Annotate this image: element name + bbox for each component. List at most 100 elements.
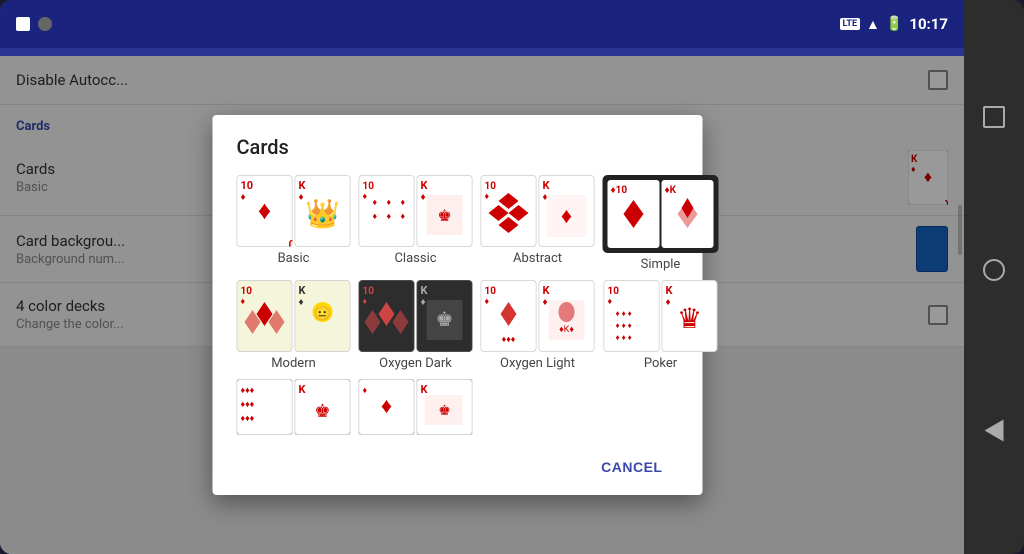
svg-text:♦: ♦ — [421, 192, 426, 203]
dialog-actions: CANCEL — [237, 439, 679, 495]
svg-text:♦: ♦ — [401, 198, 406, 208]
app-screen: ← Appeara... Disable Autocc... Cards Car… — [0, 0, 964, 554]
svg-text:10: 10 — [485, 181, 497, 192]
svg-text:K: K — [543, 179, 551, 192]
svg-text:♚: ♚ — [314, 401, 330, 422]
app-content: Disable Autocc... Cards Cards Basic K — [0, 56, 964, 554]
status-bar: LTE ▲ 🔋 10:17 — [0, 0, 964, 48]
cards-dialog: Cards 10 ♦ ♦ 10 — [213, 115, 703, 495]
card-option-basic[interactable]: 10 ♦ ♦ 10 K ♦ 👑 — [237, 175, 351, 272]
oxygen-light-card-10: 10 ♦ ♦♦♦ — [481, 280, 537, 352]
svg-text:♦: ♦ — [421, 297, 426, 308]
svg-text:♦: ♦ — [241, 192, 246, 203]
card-option-abstract[interactable]: 10 ♦ K ♦ — [481, 175, 595, 272]
svg-text:👑: 👑 — [305, 197, 340, 230]
simple-card-king: ♦K — [662, 180, 714, 248]
card-options-grid: 10 ♦ ♦ 10 K ♦ 👑 — [237, 175, 679, 371]
abstract-card-king: K ♦ ♦ — [539, 175, 595, 247]
abstract-card-10: 10 ♦ — [481, 175, 537, 247]
classic-label: Classic — [394, 251, 436, 266]
svg-text:K: K — [299, 383, 307, 396]
poker-card-king: K ♦ ♛ — [662, 280, 718, 352]
oxygen-light-label: Oxygen Light — [500, 356, 575, 371]
svg-text:K: K — [421, 284, 429, 297]
card-option-oxygen-dark[interactable]: 10 ♦ K ♦ ♚ — [359, 280, 473, 371]
card-option-oxygen-light[interactable]: 10 ♦ ♦♦♦ K ♦ — [481, 280, 595, 371]
svg-text:♦: ♦ — [485, 297, 490, 307]
basic-label: Basic — [278, 251, 310, 266]
status-bar-right: LTE ▲ 🔋 10:17 — [840, 15, 948, 33]
extra2-card-b: K ♚ — [417, 379, 473, 435]
modern-label: Modern — [271, 356, 316, 371]
modern-card-king: K ♦ 😐 — [295, 280, 351, 352]
notif-icon-2 — [38, 17, 52, 31]
oxygen-dark-card-king: K ♦ ♚ — [417, 280, 473, 352]
svg-text:♦ ♦ ♦: ♦ ♦ ♦ — [616, 321, 632, 330]
svg-text:♦: ♦ — [373, 212, 378, 222]
svg-text:♚: ♚ — [437, 206, 451, 225]
svg-text:10: 10 — [363, 286, 375, 297]
svg-text:♦: ♦ — [299, 192, 304, 203]
battery-icon: 🔋 — [886, 16, 903, 32]
simple-label: Simple — [641, 257, 681, 272]
extra1-card-a: ♦♦♦ ♦♦♦ ♦♦♦ — [237, 379, 293, 435]
card-option-extra2[interactable]: ♦ ♦ K ♚ — [359, 379, 473, 435]
modern-card-10: 10 ♦ — [237, 280, 293, 352]
card-option-classic[interactable]: 10 ♦ ♦ ♦ ♦ ♦ ♦ ♦ — [359, 175, 473, 272]
svg-text:♦: ♦ — [387, 212, 392, 222]
nav-bar — [964, 0, 1024, 554]
oxygen-light-card-king: K ♦ ♦K♦ — [539, 280, 595, 352]
svg-text:♦: ♦ — [241, 297, 246, 307]
svg-text:K: K — [421, 179, 429, 192]
svg-text:♦: ♦ — [258, 196, 271, 226]
card-option-poker[interactable]: 10 ♦ ♦ ♦ ♦ ♦ ♦ ♦ ♦ ♦ ♦ K ♦ ♛ — [603, 280, 719, 371]
classic-card-10: 10 ♦ ♦ ♦ ♦ ♦ ♦ ♦ — [359, 175, 415, 247]
svg-text:♦K♦: ♦K♦ — [559, 325, 574, 335]
simple-card-10: ♦10 — [608, 180, 660, 248]
svg-text:😐: 😐 — [314, 305, 331, 322]
card-option-modern[interactable]: 10 ♦ K ♦ — [237, 280, 351, 371]
svg-text:♚: ♚ — [436, 307, 454, 331]
svg-text:10: 10 — [241, 286, 253, 297]
svg-text:10: 10 — [608, 286, 620, 297]
basic-card-king: K ♦ 👑 — [295, 175, 351, 247]
nav-square-button[interactable] — [983, 106, 1005, 128]
notif-icon-1 — [16, 17, 30, 31]
signal-icon: ▲ — [866, 16, 880, 33]
svg-text:♦♦♦: ♦♦♦ — [241, 386, 255, 396]
card-option-extra1[interactable]: ♦♦♦ ♦♦♦ ♦♦♦ K ♚ — [237, 379, 351, 435]
abstract-label: Abstract — [513, 251, 562, 266]
lte-badge: LTE — [840, 18, 861, 30]
svg-text:♚: ♚ — [438, 403, 451, 419]
svg-text:K: K — [299, 284, 307, 297]
status-bar-left — [16, 17, 52, 31]
svg-text:♦: ♦ — [387, 198, 392, 208]
oxygen-dark-label: Oxygen Dark — [379, 356, 452, 371]
svg-text:♦: ♦ — [363, 192, 368, 202]
svg-text:10: 10 — [289, 237, 293, 247]
svg-text:♦: ♦ — [561, 204, 572, 229]
svg-text:10: 10 — [363, 181, 375, 192]
svg-text:♦K: ♦K — [665, 185, 677, 196]
nav-back-button[interactable] — [976, 412, 1012, 448]
svg-text:K: K — [666, 284, 674, 297]
svg-text:♦: ♦ — [543, 297, 548, 308]
svg-text:♦10: ♦10 — [611, 185, 628, 196]
basic-card-10: 10 ♦ ♦ 10 — [237, 175, 293, 247]
poker-label: Poker — [644, 356, 677, 371]
svg-text:♦: ♦ — [363, 386, 368, 396]
classic-card-king: K ♦ ♚ — [417, 175, 473, 247]
svg-text:♦: ♦ — [608, 297, 613, 307]
dialog-title: Cards — [237, 135, 679, 159]
extra1-card-b: K ♚ — [295, 379, 351, 435]
extra2-card-a: ♦ ♦ — [359, 379, 415, 435]
poker-card-10: 10 ♦ ♦ ♦ ♦ ♦ ♦ ♦ ♦ ♦ ♦ — [604, 280, 660, 352]
nav-circle-button[interactable] — [983, 259, 1005, 281]
cancel-button[interactable]: CANCEL — [585, 451, 678, 483]
svg-text:♦ ♦ ♦: ♦ ♦ ♦ — [616, 309, 632, 318]
card-option-simple[interactable]: ♦10 ♦K Simple — [603, 175, 719, 272]
device-frame: LTE ▲ 🔋 10:17 ← Appeara... Disable Autoc… — [0, 0, 1024, 554]
svg-text:♦♦♦: ♦♦♦ — [241, 414, 255, 424]
svg-text:♦♦♦: ♦♦♦ — [241, 400, 255, 410]
time-display: 10:17 — [909, 15, 948, 33]
